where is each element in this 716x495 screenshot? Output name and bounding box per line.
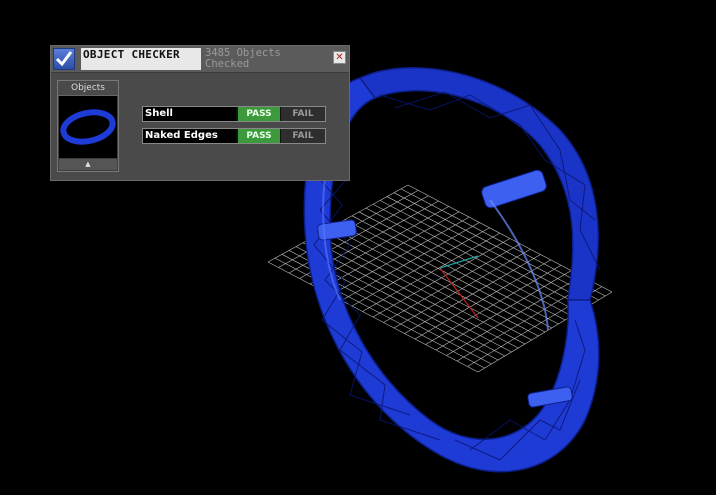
- check-row-shell: Shell PASS FAIL: [142, 106, 326, 122]
- close-button[interactable]: ✕: [333, 51, 346, 64]
- pass-button[interactable]: PASS: [238, 129, 280, 143]
- band-bar-right: [481, 169, 547, 209]
- check-row-naked-edges: Naked Edges PASS FAIL: [142, 128, 326, 144]
- objects-list[interactable]: Objects ▲: [57, 80, 119, 172]
- grid-line: [446, 275, 582, 356]
- objects-checked-status: 3485 Objects Checked: [203, 48, 331, 70]
- object-checker-panel: OBJECT CHECKER 3485 Objects Checked ✕ Ob…: [50, 45, 350, 181]
- objects-scroll-up-button[interactable]: ▲: [59, 159, 117, 170]
- y-axis-line: [439, 255, 479, 269]
- check-name: Shell: [143, 107, 236, 121]
- pass-button[interactable]: PASS: [238, 107, 280, 121]
- fail-button[interactable]: FAIL: [281, 129, 325, 143]
- panel-titlebar[interactable]: OBJECT CHECKER 3485 Objects Checked ✕: [51, 46, 349, 73]
- objects-label: Objects: [58, 81, 118, 96]
- x-axis-line: [439, 267, 479, 319]
- fail-button[interactable]: FAIL: [281, 107, 325, 121]
- check-name: Naked Edges: [143, 129, 236, 143]
- object-thumbnail[interactable]: [59, 96, 117, 158]
- panel-title: OBJECT CHECKER: [81, 48, 201, 70]
- checkmark-icon: [53, 48, 75, 70]
